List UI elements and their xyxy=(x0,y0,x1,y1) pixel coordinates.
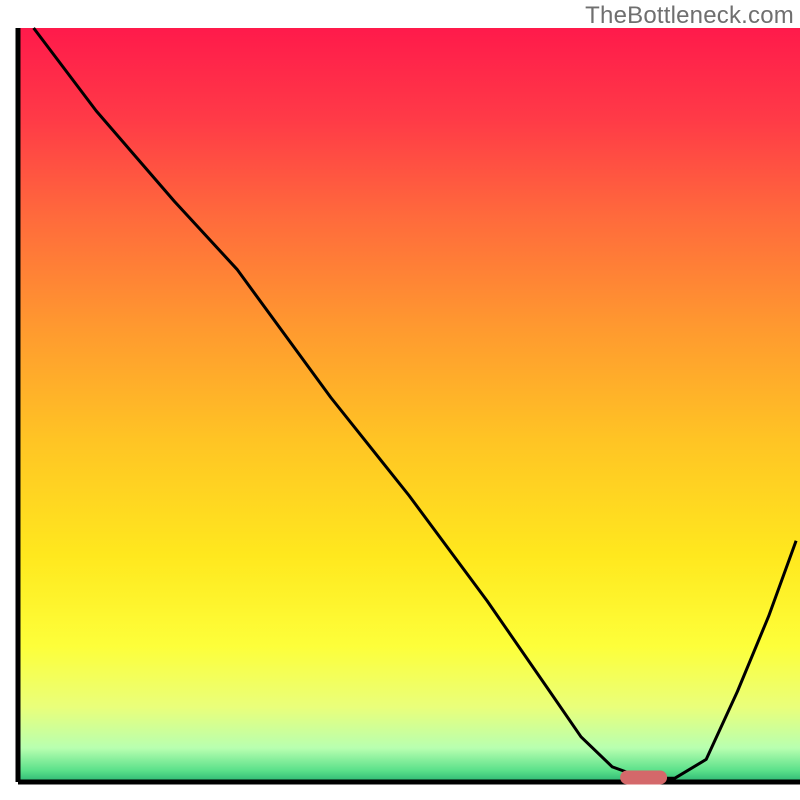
plot-area xyxy=(18,28,800,784)
attribution-label: TheBottleneck.com xyxy=(585,2,794,30)
chart-svg xyxy=(0,0,800,800)
optimum-marker xyxy=(620,770,667,784)
gradient-background xyxy=(18,28,800,782)
bottleneck-chart: TheBottleneck.com xyxy=(0,0,800,800)
